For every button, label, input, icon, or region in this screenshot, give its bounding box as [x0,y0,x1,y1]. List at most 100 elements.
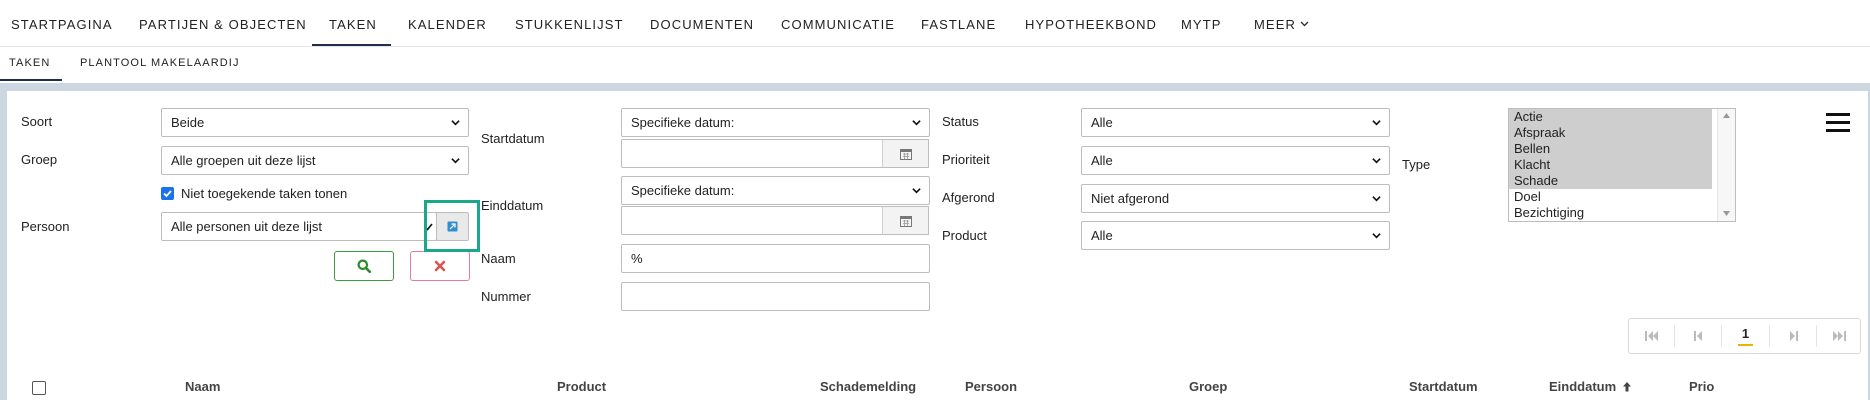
pagination: 1 [1628,318,1861,354]
type-option[interactable]: Bellen [1509,141,1712,157]
startdatum-input[interactable] [621,139,883,168]
chevron-down-icon [1372,196,1381,202]
column-header-einddatum[interactable]: Einddatum [1549,379,1632,394]
top-navigation: STARTPAGINA PARTIJEN & OBJECTEN TAKEN KA… [0,0,1870,47]
einddatum-mode-select[interactable]: Specifieke datum: [621,176,930,205]
search-button[interactable] [334,251,394,281]
persoon-value: Alle personen uit deze lijst [171,219,323,234]
listbox-scrollbar[interactable] [1717,109,1735,221]
hamburger-menu-icon[interactable] [1826,113,1850,133]
column-header-startdatum[interactable]: Startdatum [1409,379,1478,394]
subnav-item-taken[interactable]: TAKEN [9,57,50,69]
niet-toegekend-checkbox[interactable] [161,187,174,200]
type-option[interactable]: Actie [1509,109,1712,125]
scroll-down-icon[interactable] [1723,211,1730,216]
soort-value: Beide [171,115,205,130]
sort-ascending-icon [1622,382,1631,392]
prioriteit-value: Alle [1091,153,1113,168]
clear-button[interactable] [410,251,470,281]
type-option[interactable]: Bezichtiging [1509,205,1712,221]
soort-label: Soort [21,114,53,129]
type-label: Type [1402,157,1431,172]
type-option[interactable]: Afspraak [1509,125,1712,141]
startdatum-label: Startdatum [481,131,545,146]
naam-label: Naam [481,251,516,266]
nav-item-documenten[interactable]: DOCUMENTEN [650,17,754,32]
subnav-active-indicator [0,79,62,81]
next-page-button[interactable] [1770,319,1816,353]
status-select[interactable]: Alle [1081,108,1390,137]
column-header-product[interactable]: Product [557,379,606,394]
naam-input[interactable]: % [621,244,930,273]
einddatum-calendar-button[interactable] [882,206,929,235]
prioriteit-select[interactable]: Alle [1081,146,1390,175]
chevron-down-icon [1372,120,1381,126]
column-header-persoon[interactable]: Persoon [965,379,1017,394]
nav-item-mytp[interactable]: MYTP [1181,17,1222,32]
product-value: Alle [1091,228,1113,243]
afgerond-label: Afgerond [942,190,995,205]
nav-item-kalender[interactable]: KALENDER [408,17,487,32]
close-icon [434,260,446,272]
current-page[interactable]: 1 [1722,319,1769,353]
chevron-down-icon [1372,233,1381,239]
sub-navigation: TAKEN PLANTOOL MAKELAARDIJ [0,47,1870,83]
column-header-naam[interactable]: Naam [185,379,220,394]
product-label: Product [942,228,987,243]
nav-item-hypotheekbond[interactable]: HYPOTHEEKBOND [1025,17,1157,32]
nav-item-fastlane[interactable]: FASTLANE [921,17,996,32]
type-option[interactable]: Schade [1509,173,1712,189]
nav-item-partijen-objecten[interactable]: PARTIJEN & OBJECTEN [139,17,307,32]
chevron-down-icon [451,120,460,126]
calendar-icon [899,215,912,227]
highlight-box [424,200,480,252]
column-header-groep[interactable]: Groep [1189,379,1227,394]
status-value: Alle [1091,115,1113,130]
search-icon [357,259,371,273]
last-page-button[interactable] [1817,319,1861,353]
nummer-input[interactable] [621,282,930,311]
nav-item-stukkenlijst[interactable]: STUKKENLIJST [515,17,624,32]
persoon-label: Persoon [21,219,70,234]
groep-select[interactable]: Alle groepen uit deze lijst [161,146,469,175]
nav-item-meer[interactable]: MEER [1254,17,1309,32]
last-page-icon [1833,331,1846,341]
groep-value: Alle groepen uit deze lijst [171,153,316,168]
chevron-down-icon [912,120,921,126]
soort-select[interactable]: Beide [161,108,469,137]
einddatum-mode-value: Specifieke datum: [631,183,735,198]
nummer-label: Nummer [481,289,531,304]
chevron-down-icon [1300,21,1309,27]
nav-item-startpagina[interactable]: STARTPAGINA [11,17,113,32]
product-select[interactable]: Alle [1081,221,1390,250]
column-header-prio[interactable]: Prio [1689,379,1714,394]
column-header-schademelding[interactable]: Schademelding [820,379,916,394]
afgerond-select[interactable]: Niet afgerond [1081,184,1390,213]
select-all-checkbox[interactable] [32,381,46,395]
first-page-button[interactable] [1629,319,1674,353]
type-option[interactable]: Doel [1509,189,1712,205]
nav-item-communicatie[interactable]: COMMUNICATIE [781,17,895,32]
type-option[interactable]: Klacht [1509,157,1712,173]
first-page-icon [1644,331,1658,341]
previous-page-button[interactable] [1675,319,1721,353]
nav-item-meer-label: MEER [1254,17,1296,32]
prioriteit-label: Prioriteit [942,152,990,167]
checkmark-icon [163,190,172,198]
startdatum-calendar-button[interactable] [882,139,929,168]
type-multiselect[interactable]: Actie Afspraak Bellen Klacht Schade Doel… [1508,108,1736,222]
scroll-up-icon[interactable] [1723,113,1730,118]
persoon-select[interactable]: Alle personen uit deze lijst [161,212,437,241]
startdatum-mode-select[interactable]: Specifieke datum: [621,108,930,137]
afgerond-value: Niet afgerond [1091,191,1170,206]
startdatum-mode-value: Specifieke datum: [631,115,735,130]
subnav-item-plantool-makelaardij[interactable]: PLANTOOL MAKELAARDIJ [80,57,240,69]
status-label: Status [942,114,979,129]
current-page-number: 1 [1737,326,1754,346]
nav-active-indicator [312,44,391,46]
chevron-down-icon [1372,158,1381,164]
einddatum-input[interactable] [621,206,883,235]
nav-item-taken[interactable]: TAKEN [329,17,377,32]
previous-page-icon [1693,331,1702,341]
einddatum-label: Einddatum [481,198,544,213]
